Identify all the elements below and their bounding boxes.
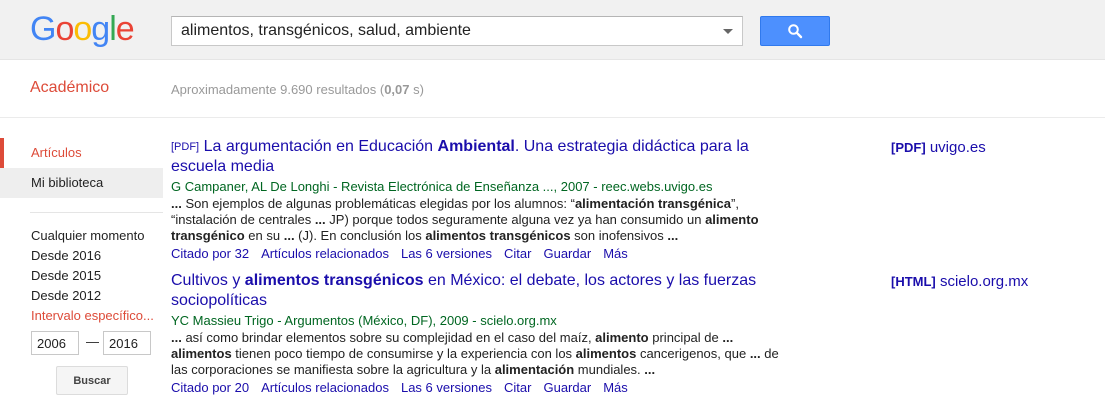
search-box[interactable]: [171, 16, 743, 46]
result-snippet: ... Son ejemplos de algunas problemática…: [171, 196, 791, 244]
date-filter-2016[interactable]: Desde 2016: [31, 246, 171, 266]
snippet-fragment: alimentación: [494, 362, 575, 377]
snippet-fragment: son inofensivos: [570, 228, 668, 243]
snippet-fragment: ...: [171, 196, 186, 211]
logo-letter: o: [73, 10, 92, 48]
snippet-fragment: alimento: [595, 330, 649, 345]
title-fragment: Cultivos y: [171, 272, 245, 289]
result-item: Cultivos y alimentos transgénicos en Méx…: [171, 271, 791, 396]
result-actions: Citado por 20 Artículos relacionados Las 6…: [171, 379, 791, 396]
search-icon: [788, 24, 803, 39]
snippet-fragment: alimentación transgénica: [574, 196, 732, 211]
result-snippet: ... así como brindar elementos sobre su …: [171, 330, 791, 378]
snippet-fragment: ...: [722, 330, 734, 345]
date-filters: Cualquier momento Desde 2016 Desde 2015 …: [31, 226, 171, 326]
result-actions: Citado por 32 Artículos relacionados Las 6…: [171, 245, 791, 262]
snippet-fragment: alimentos transgénicos: [425, 228, 571, 243]
search-input[interactable]: [172, 17, 712, 45]
result-action-link[interactable]: Más: [603, 246, 628, 261]
result-side-link[interactable]: [HTML] scielo.org.mx: [891, 273, 1028, 290]
date-filter-2015[interactable]: Desde 2015: [31, 266, 171, 286]
snippet-fragment: ...: [283, 228, 295, 243]
date-filter-any[interactable]: Cualquier momento: [31, 226, 171, 246]
result-action-link[interactable]: Artículos relacionados: [261, 380, 389, 395]
sidebar: Artículos Mi biblioteca: [0, 138, 163, 198]
snippet-fragment: ...: [749, 346, 761, 361]
sidebar-item-mi-biblioteca[interactable]: Mi biblioteca: [0, 168, 163, 198]
result-action-link[interactable]: Más: [603, 380, 628, 395]
sidebar-item-articulos[interactable]: Artículos: [0, 138, 163, 168]
snippet-fragment: ...: [314, 212, 326, 227]
results-stats: Aproximadamente 9.690 resultados (0,07 s…: [171, 82, 424, 97]
snippet-fragment: ...: [171, 330, 182, 345]
top-bar: Google: [0, 0, 1105, 60]
side-link-domain[interactable]: scielo.org.mx: [940, 273, 1028, 290]
snippet-fragment: mundiales.: [574, 362, 645, 377]
date-filter-2012[interactable]: Desde 2012: [31, 286, 171, 306]
result-title-text[interactable]: Cultivos y alimentos transgénicos en Méx…: [171, 272, 756, 309]
snippet-fragment: (J). En conclusión los: [294, 228, 426, 243]
snippet-fragment: JP) porque todos seguramente alguna vez …: [325, 212, 706, 227]
title-fragment: Ambiental: [437, 138, 515, 155]
snippet-fragment: ...: [667, 228, 679, 243]
year-to-input[interactable]: [103, 331, 151, 355]
logo-letter: e: [115, 10, 135, 48]
result-meta: G Campaner, AL De Longhi - Revista Elect…: [171, 179, 713, 194]
search-button[interactable]: [760, 16, 830, 46]
result-title[interactable]: Cultivos y alimentos transgénicos en Méx…: [171, 271, 791, 311]
title-fragment: La argumentación en Educación: [203, 138, 438, 155]
result-item: [PDF] La argumentación en Educación Ambi…: [171, 137, 791, 262]
year-range: —: [31, 331, 161, 355]
side-link-tag: [HTML]: [891, 274, 936, 289]
logo-letter: G: [30, 10, 56, 48]
google-logo[interactable]: Google: [30, 10, 135, 48]
side-link-tag: [PDF]: [891, 140, 926, 155]
year-dash: —: [86, 334, 99, 349]
result-title[interactable]: [PDF] La argumentación en Educación Ambi…: [171, 137, 791, 177]
snippet-fragment: principal de: [648, 330, 723, 345]
snippet-fragment: en su: [244, 228, 284, 243]
snippet-fragment: ...: [644, 362, 656, 377]
date-search-button[interactable]: Buscar: [56, 366, 128, 395]
result-action-link[interactable]: Las 6 versiones: [401, 246, 492, 261]
snippet-fragment: tienen poco tiempo de consumirse y la ex…: [231, 346, 576, 361]
result-action-link[interactable]: Citar: [504, 380, 531, 395]
result-action-link[interactable]: Citar: [504, 246, 531, 261]
dropdown-arrow-icon[interactable]: [723, 29, 733, 34]
result-action-link[interactable]: Citado por 20: [171, 380, 249, 395]
result-action-link[interactable]: Guardar: [543, 246, 591, 261]
snippet-fragment: así como brindar elementos sobre su comp…: [181, 330, 596, 345]
result-action-link[interactable]: Guardar: [543, 380, 591, 395]
logo-letter: o: [55, 10, 74, 48]
sidebar-divider: [30, 212, 163, 213]
result-title-text[interactable]: La argumentación en Educación Ambiental.…: [171, 138, 749, 175]
result-meta: YC Massieu Trigo - Argumentos (México, D…: [171, 313, 557, 328]
result-action-link[interactable]: Citado por 32: [171, 246, 249, 261]
result-side-link[interactable]: [PDF] uvigo.es: [891, 139, 986, 156]
result-action-link[interactable]: Las 6 versiones: [401, 380, 492, 395]
side-link-domain[interactable]: uvigo.es: [930, 139, 986, 156]
title-fragment: alimentos transgénicos: [244, 272, 424, 289]
result-action-link[interactable]: Artículos relacionados: [261, 246, 389, 261]
result-tag: [PDF]: [171, 141, 200, 153]
snippet-fragment: cancerigenos, que: [636, 346, 750, 361]
snippet-fragment: Son ejemplos de algunas problemáticas el…: [185, 196, 575, 211]
section-title[interactable]: Académico: [30, 79, 109, 97]
logo-letter: g: [91, 10, 110, 48]
snippet-fragment: alimentos: [171, 346, 232, 361]
snippet-fragment: alimentos: [575, 346, 637, 361]
sub-header: Académico Aproximadamente 9.690 resultad…: [0, 60, 1105, 118]
date-filter-custom[interactable]: Intervalo específico...: [31, 306, 171, 326]
year-from-input[interactable]: [31, 331, 79, 355]
